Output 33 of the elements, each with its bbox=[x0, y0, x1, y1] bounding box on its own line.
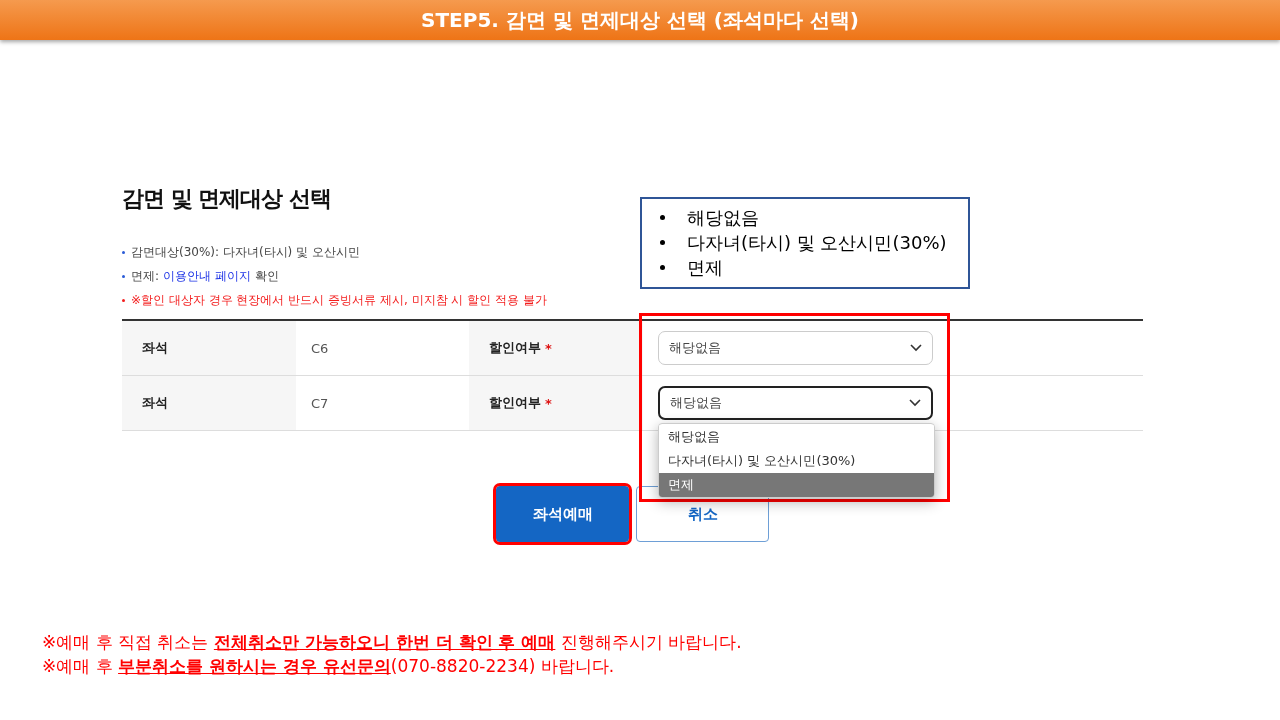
reserve-button[interactable]: 좌석예매 bbox=[496, 486, 629, 542]
required-mark: * bbox=[545, 340, 552, 356]
dropdown-option[interactable]: 해당없음 bbox=[659, 425, 934, 449]
discount-label: 할인여부 bbox=[489, 339, 541, 357]
note-text: 면제: 이용안내 페이지 확인 bbox=[131, 268, 279, 285]
bullet-icon bbox=[122, 275, 125, 278]
dropdown-option[interactable]: 면제 bbox=[659, 473, 934, 497]
discount-label: 할인여부 bbox=[489, 394, 541, 412]
seat-value: C7 bbox=[311, 395, 329, 411]
discount-select[interactable]: 해당없음 bbox=[658, 331, 933, 365]
note-text: 감면대상(30%): 다자녀(타시) 및 오산시민 bbox=[131, 244, 360, 261]
section-title: 감면 및 면제대상 선택 bbox=[122, 185, 332, 213]
bullet-icon bbox=[660, 215, 665, 220]
bullet-icon bbox=[122, 299, 125, 302]
callout-item: 면제 bbox=[687, 256, 723, 280]
seat-label: 좌석 bbox=[142, 339, 168, 357]
banner-title: STEP5. 감면 및 면제대상 선택 (좌석마다 선택) bbox=[421, 6, 859, 34]
chevron-down-icon bbox=[909, 399, 921, 407]
seat-label: 좌석 bbox=[142, 394, 168, 412]
bullet-icon bbox=[660, 265, 665, 270]
required-mark: * bbox=[545, 395, 552, 411]
footer-note: ※예매 후 직접 취소는 전체취소만 가능하오니 한번 더 확인 후 예매 진행해주시기 바랍니다. bbox=[42, 631, 742, 654]
chevron-down-icon bbox=[910, 344, 922, 352]
seat-value: C6 bbox=[311, 340, 329, 356]
footer-note: ※예매 후 부분취소를 원하시는 경우 유선문의(070-8820-2234) 바랍니다. bbox=[42, 655, 616, 678]
discount-select[interactable]: 해당없음 bbox=[658, 386, 933, 420]
callout-item: 다자녀(타시) 및 오산시민(30%) bbox=[687, 231, 947, 255]
bullet-icon bbox=[122, 251, 125, 254]
dropdown-option[interactable]: 다자녀(타시) 및 오산시민(30%) bbox=[659, 449, 934, 473]
bullet-icon bbox=[660, 240, 665, 245]
callout-item: 해당없음 bbox=[687, 206, 759, 230]
note-text: ※할인 대상자 경우 현장에서 반드시 증빙서류 제시, 미지참 시 할인 적용 불가 bbox=[131, 292, 547, 309]
guide-link[interactable]: 이용안내 페이지 bbox=[162, 269, 251, 283]
